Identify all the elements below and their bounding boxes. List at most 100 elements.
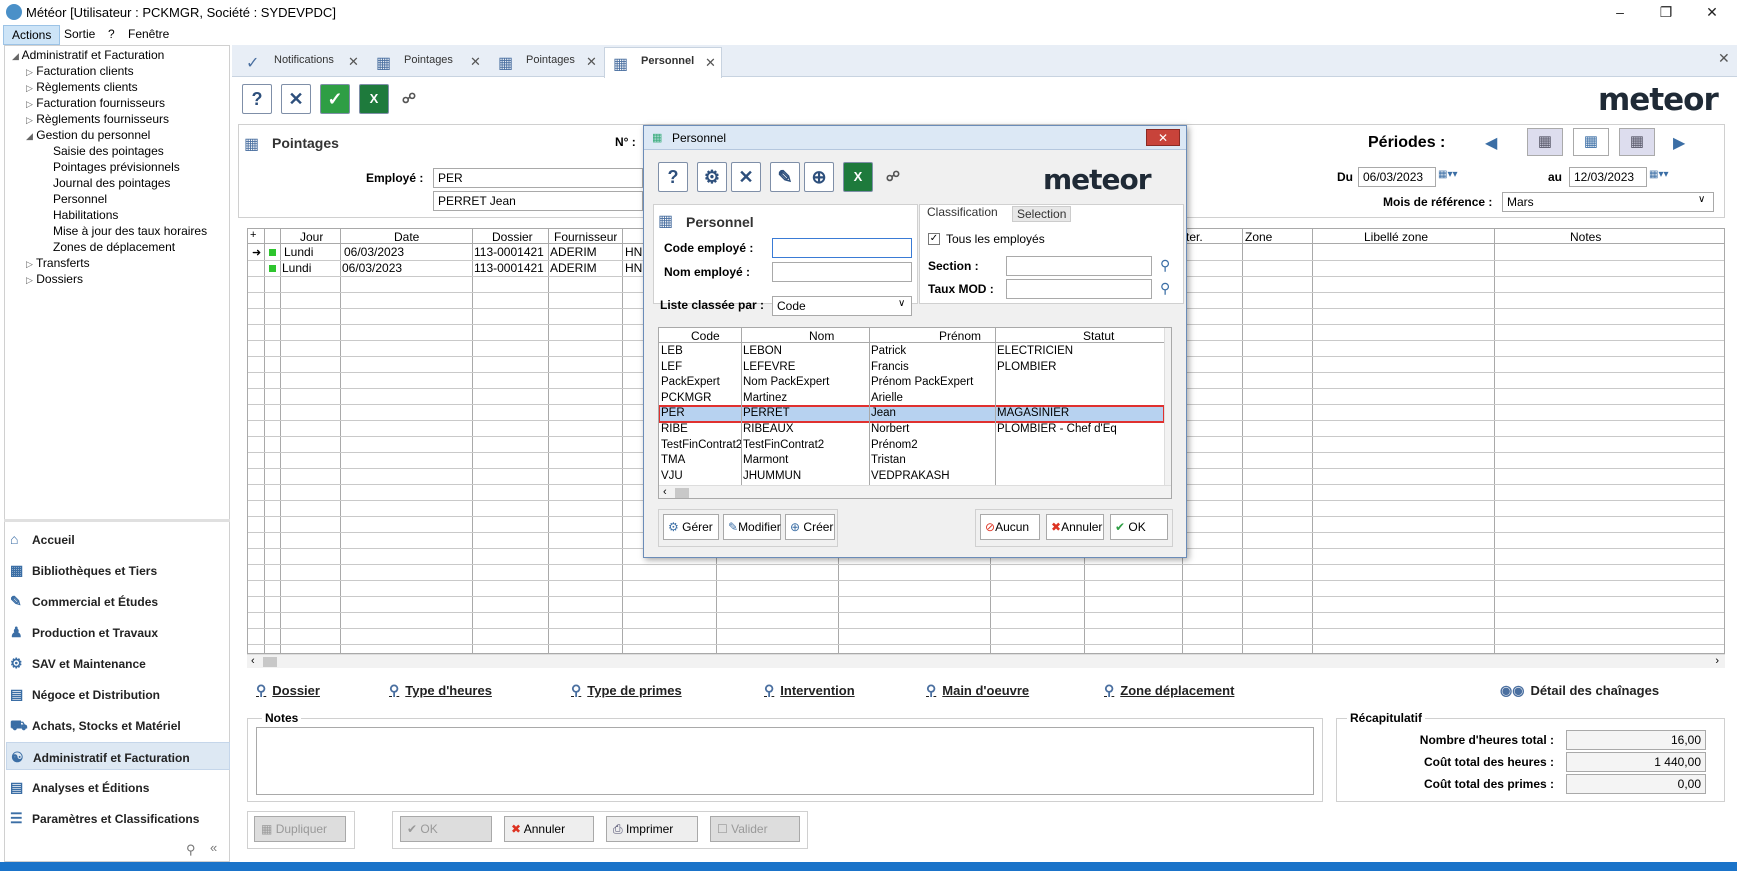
menu-actions[interactable]: Actions: [3, 25, 61, 45]
minimize-icon[interactable]: –: [1600, 2, 1640, 22]
tab-pointages-1[interactable]: ▦ Pointages ✕: [368, 47, 486, 77]
au-date-field[interactable]: 12/03/2023: [1569, 167, 1647, 187]
dialog-close-icon[interactable]: ✕: [1146, 129, 1180, 146]
dialog-help-button[interactable]: ?: [658, 162, 688, 192]
nav-analyses[interactable]: ▤ Analyses et Éditions: [6, 773, 230, 801]
nav-production[interactable]: ♟ Production et Travaux: [6, 618, 230, 646]
nav-achats[interactable]: ⛟ Achats, Stocks et Matériel: [6, 711, 230, 739]
tree-sub-habilitations[interactable]: Habilitations: [53, 208, 118, 222]
employee-row[interactable]: RIBE RIBEAUX Norbert PLOMBIER - Chef d'Equ: [659, 422, 1164, 438]
aucun-button[interactable]: ⊘Aucun: [980, 514, 1040, 540]
tab-close-icon[interactable]: ✕: [348, 54, 359, 70]
tree-item-reglements-fournisseurs[interactable]: ▷ Règlements fournisseurs: [26, 112, 169, 126]
col-nom[interactable]: Nom: [809, 329, 834, 343]
employee-row[interactable]: LEF LEFEVRE Francis PLOMBIER: [659, 360, 1164, 376]
col-dossier[interactable]: Dossier: [492, 230, 533, 244]
col-prenom[interactable]: Prénom: [939, 329, 981, 343]
tab-close-icon[interactable]: ✕: [705, 55, 716, 71]
excel-button[interactable]: X: [359, 84, 389, 114]
col-libelle-zone[interactable]: Libellé zone: [1364, 230, 1428, 244]
link-intervention[interactable]: ⚲ Intervention: [764, 682, 855, 699]
tree-item-gestion-personnel[interactable]: ◢ Gestion du personnel: [26, 128, 150, 142]
nav-bibliotheques[interactable]: ▦ Bibliothèques et Tiers: [6, 556, 230, 584]
du-date-picker-icon[interactable]: ▦▾▾: [1438, 169, 1458, 180]
col-ter[interactable]: ter.: [1186, 230, 1203, 244]
nav-parametres[interactable]: ☰ Paramètres et Classifications: [6, 804, 230, 832]
ok-button[interactable]: ✔ OK: [400, 816, 492, 842]
employee-row[interactable]: VJU JHUMMUN VEDPRAKASH: [659, 469, 1164, 485]
scroll-right-icon[interactable]: ›: [1715, 655, 1719, 667]
menu-sortie[interactable]: Sortie: [64, 27, 95, 41]
horizontal-scrollbar[interactable]: ‹ ›: [247, 654, 1725, 668]
tree-sub-taux-horaires[interactable]: Mise à jour des taux horaires: [53, 224, 207, 238]
row1-jour[interactable]: Lundi: [284, 245, 313, 259]
dialog-add-button[interactable]: ⊕: [804, 162, 834, 192]
employee-row[interactable]: PCKMGR Martinez Arielle: [659, 391, 1164, 407]
col-jour[interactable]: Jour: [300, 230, 323, 244]
pin-icon[interactable]: ⚲: [186, 842, 196, 858]
link-detail-chainages[interactable]: ◉◉ Détail des chaînages: [1500, 682, 1659, 699]
row1-date[interactable]: 06/03/2023: [344, 245, 404, 259]
link-type-primes[interactable]: ⚲ Type de primes: [571, 682, 682, 699]
employees-vertical-scrollbar[interactable]: [1164, 328, 1171, 486]
tab-pointages-2[interactable]: ▦ Pointages ✕: [490, 47, 602, 77]
dialog-cancel-button[interactable]: ✕: [731, 162, 761, 192]
tree-item-facturation-clients[interactable]: ▷ Facturation clients: [26, 64, 134, 78]
employee-row[interactable]: PER PERRET Jean MAGASINIER: [659, 405, 1165, 424]
col-fournisseur[interactable]: Fournisseur: [554, 230, 617, 244]
section-lookup-icon[interactable]: ⚲: [1160, 257, 1170, 274]
row2-x[interactable]: HN: [625, 261, 642, 275]
taux-mod-field[interactable]: [1006, 279, 1152, 299]
restore-icon[interactable]: ❐: [1646, 2, 1686, 22]
chevron-down-icon[interactable]: ∨: [1698, 194, 1705, 205]
add-row-icon[interactable]: +: [250, 229, 256, 241]
tree-item-dossiers[interactable]: ▷ Dossiers: [26, 272, 83, 286]
link-type-heures[interactable]: ⚲ Type d'heures: [389, 682, 492, 699]
chevron-down-icon[interactable]: ∨: [898, 298, 905, 309]
col-statut[interactable]: Statut: [1083, 329, 1114, 343]
row1-fournisseur[interactable]: ADERIM: [550, 245, 597, 259]
dialog-ok-button[interactable]: ✔ OK: [1110, 514, 1168, 540]
scroll-thumb[interactable]: [675, 488, 689, 498]
collapse-icon[interactable]: «: [210, 840, 217, 855]
employee-row[interactable]: LEB LEBON Patrick ELECTRICIEN: [659, 344, 1164, 360]
row2-dossier[interactable]: 113-0001421: [474, 261, 544, 275]
gerer-button[interactable]: ⚙ Gérer: [663, 514, 719, 540]
calendar-day-icon[interactable]: ▦: [1527, 128, 1563, 156]
link-main-oeuvre[interactable]: ⚲ Main d'oeuvre: [926, 682, 1029, 699]
cancel-button[interactable]: ✕: [281, 84, 311, 114]
valider-button[interactable]: ☐ Valider: [710, 816, 800, 842]
tab-close-icon[interactable]: ✕: [586, 54, 597, 70]
employees-horizontal-scrollbar[interactable]: ‹: [659, 485, 1171, 498]
scroll-left-icon[interactable]: ‹: [251, 655, 255, 667]
help-button[interactable]: ?: [242, 84, 272, 114]
splitter[interactable]: [4, 519, 230, 522]
employee-row[interactable]: PackExpert Nom PackExpert Prénom PackExper…: [659, 375, 1164, 391]
du-date-field[interactable]: 06/03/2023: [1358, 167, 1436, 187]
close-all-icon[interactable]: ✕: [1718, 50, 1730, 67]
annuler-button[interactable]: ✖ Annuler: [504, 816, 594, 842]
section-field[interactable]: [1006, 256, 1152, 276]
dialog-annuler-button[interactable]: ✖Annuler: [1046, 514, 1104, 540]
dialog-export-link-icon[interactable]: ☍: [878, 162, 908, 192]
calendar-month-icon[interactable]: ▦: [1619, 128, 1655, 156]
tree-root[interactable]: ◢ Administratif et Facturation: [12, 48, 164, 62]
tree-sub-journal[interactable]: Journal des pointages: [53, 176, 170, 190]
col-code[interactable]: Code: [691, 329, 720, 343]
row2-date[interactable]: 06/03/2023: [342, 261, 402, 275]
dupliquer-button[interactable]: ▦ Dupliquer: [254, 816, 346, 842]
row1-dossier[interactable]: 113-0001421: [474, 245, 544, 259]
prev-period-icon[interactable]: ◀: [1485, 133, 1497, 153]
employees-grid[interactable]: Code Nom Prénom Statut LEB LEBON Patrick EL…: [658, 327, 1172, 499]
col-date[interactable]: Date: [394, 230, 419, 244]
mois-select[interactable]: Mars: [1502, 192, 1714, 212]
tree-item-facturation-fournisseurs[interactable]: ▷ Facturation fournisseurs: [26, 96, 165, 110]
tab-close-icon[interactable]: ✕: [470, 54, 481, 70]
imprimer-button[interactable]: ⎙ Imprimer: [606, 816, 698, 842]
tab-notifications[interactable]: ✓ Notifications ✕: [238, 47, 364, 77]
nav-commercial[interactable]: ✎ Commercial et Études: [6, 587, 230, 615]
dialog-edit-button[interactable]: ✎: [770, 162, 800, 192]
tree-sub-personnel[interactable]: Personnel: [53, 192, 107, 206]
nav-negoce[interactable]: ▤ Négoce et Distribution: [6, 680, 230, 708]
menu-fenetre[interactable]: Fenêtre: [128, 27, 169, 41]
